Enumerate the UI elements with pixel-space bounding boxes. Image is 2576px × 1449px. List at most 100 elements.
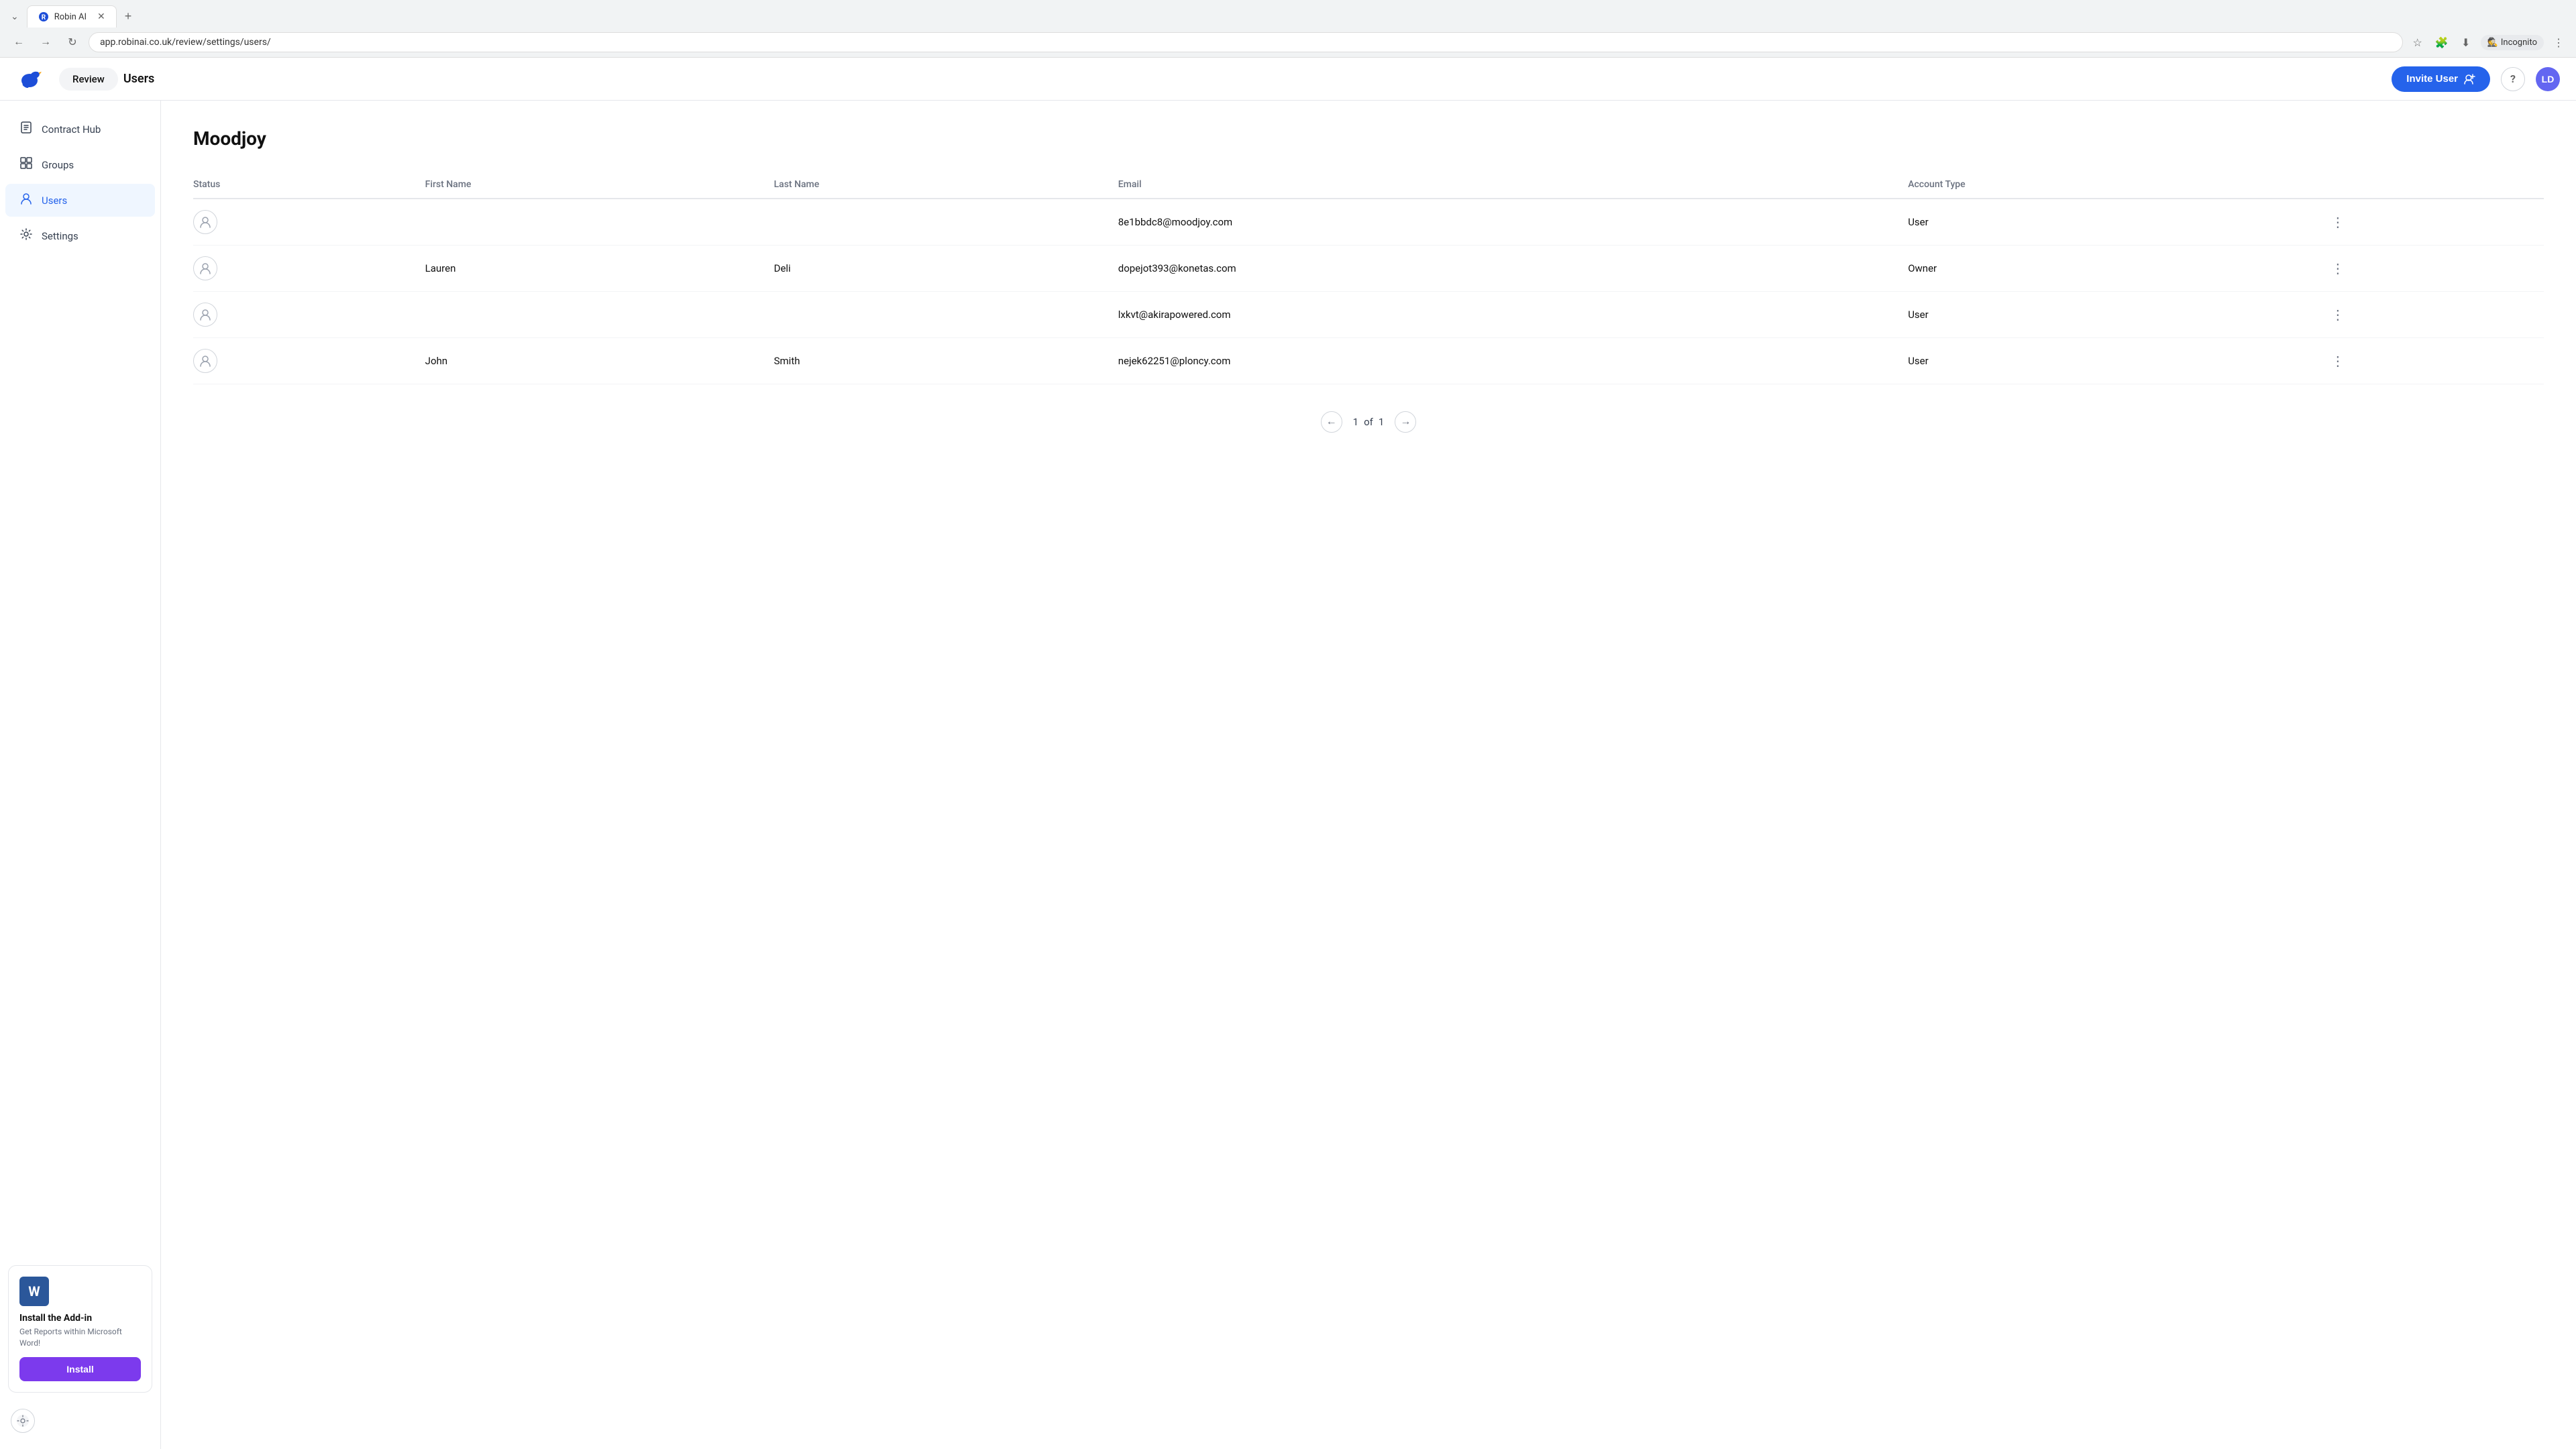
col-account-type: Account Type xyxy=(1908,171,2326,199)
user-action-cell: ⋮ xyxy=(2326,199,2544,246)
col-email: Email xyxy=(1118,171,1908,199)
user-more-btn[interactable]: ⋮ xyxy=(2326,304,2351,326)
next-page-btn[interactable]: → xyxy=(1395,411,1416,433)
org-name: Moodjoy xyxy=(193,127,2544,150)
user-avatar[interactable]: LD xyxy=(2536,67,2560,91)
user-action-cell: ⋮ xyxy=(2326,246,2544,292)
user-avatar-cell xyxy=(193,199,425,246)
back-btn[interactable]: ← xyxy=(8,32,30,53)
toolbar-actions: ☆ 🧩 ⬇ 🕵 Incognito ⋮ xyxy=(2408,33,2568,52)
user-avatar-icon xyxy=(193,256,217,280)
user-avatar-cell xyxy=(193,292,425,338)
browser-tab-active[interactable]: R Robin AI ✕ xyxy=(27,5,117,28)
top-nav: Review Users Invite User ? LD xyxy=(0,58,2576,101)
reload-btn[interactable]: ↻ xyxy=(62,32,83,53)
app: Review Users Invite User ? LD Con xyxy=(0,58,2576,1449)
incognito-badge: 🕵 Incognito xyxy=(2481,35,2544,50)
browser-tabs: ⌄ R Robin AI ✕ + xyxy=(0,0,2576,28)
tab-back-nav[interactable]: ⌄ xyxy=(5,8,24,25)
user-firstname: John xyxy=(425,338,774,384)
url-text: app.robinai.co.uk/review/settings/users/ xyxy=(100,37,2392,48)
tab-favicon: R xyxy=(38,11,49,22)
table-row: lxkvt@akirapowered.comUser⋮ xyxy=(193,292,2544,338)
page-info: 1 of 1 xyxy=(1353,416,1385,428)
user-avatar-cell xyxy=(193,246,425,292)
svg-text:R: R xyxy=(42,14,46,21)
users-table: Status First Name Last Name Email Accoun… xyxy=(193,171,2544,384)
invite-user-label: Invite User xyxy=(2406,73,2458,85)
user-avatar-icon xyxy=(193,210,217,234)
current-page: 1 xyxy=(1353,416,1358,428)
col-firstname: First Name xyxy=(425,171,774,199)
bottom-settings-icon[interactable] xyxy=(11,1409,35,1433)
user-action-cell: ⋮ xyxy=(2326,292,2544,338)
extensions-icon[interactable]: 🧩 xyxy=(2432,33,2451,52)
bookmark-icon[interactable]: ☆ xyxy=(2408,33,2427,52)
users-icon xyxy=(19,192,34,209)
new-tab-btn[interactable]: + xyxy=(119,7,138,26)
addin-card: W Install the Add-in Get Reports within … xyxy=(8,1265,152,1393)
user-more-btn[interactable]: ⋮ xyxy=(2326,350,2351,372)
review-tab[interactable]: Review xyxy=(59,68,118,91)
sidebar-label-users: Users xyxy=(42,195,67,207)
addin-install-button[interactable]: Install xyxy=(19,1357,141,1381)
user-email: dopejot393@konetas.com xyxy=(1118,246,1908,292)
table-body: 8e1bbdc8@moodjoy.comUser⋮LaurenDelidopej… xyxy=(193,199,2544,384)
table-header: Status First Name Last Name Email Accoun… xyxy=(193,171,2544,199)
user-action-cell: ⋮ xyxy=(2326,338,2544,384)
sidebar-item-contract-hub[interactable]: Contract Hub xyxy=(5,113,155,146)
addin-title: Install the Add-in xyxy=(19,1313,141,1324)
prev-page-btn[interactable]: ← xyxy=(1321,411,1342,433)
col-status: Status xyxy=(193,171,425,199)
browser-chrome: ⌄ R Robin AI ✕ + ← → ↻ app.robinai.co.uk… xyxy=(0,0,2576,58)
user-more-btn[interactable]: ⋮ xyxy=(2326,258,2351,280)
table-row: LaurenDelidopejot393@konetas.comOwner⋮ xyxy=(193,246,2544,292)
addin-description: Get Reports within Microsoft Word! xyxy=(19,1326,141,1349)
table-row: 8e1bbdc8@moodjoy.comUser⋮ xyxy=(193,199,2544,246)
user-more-btn[interactable]: ⋮ xyxy=(2326,211,2351,233)
incognito-label: Incognito xyxy=(2501,38,2537,48)
user-account-type: User xyxy=(1908,292,2326,338)
groups-icon xyxy=(19,156,34,173)
sidebar-item-users[interactable]: Users xyxy=(5,184,155,217)
of-label: of xyxy=(1364,416,1373,428)
main-content: Moodjoy Status First Name Last Name Emai… xyxy=(161,101,2576,1449)
invite-user-button[interactable]: Invite User xyxy=(2392,66,2490,92)
user-avatar-icon xyxy=(193,349,217,373)
total-pages: 1 xyxy=(1379,416,1384,428)
forward-btn[interactable]: → xyxy=(35,32,56,53)
user-email: nejek62251@ploncy.com xyxy=(1118,338,1908,384)
address-bar[interactable]: app.robinai.co.uk/review/settings/users/ xyxy=(89,32,2403,52)
word-icon: W xyxy=(19,1277,49,1306)
user-lastname: Smith xyxy=(774,338,1118,384)
sidebar: Contract Hub Groups Users xyxy=(0,101,161,1449)
user-avatar-icon xyxy=(193,303,217,327)
settings-icon xyxy=(19,227,34,244)
logo[interactable] xyxy=(16,66,43,93)
user-firstname: Lauren xyxy=(425,246,774,292)
sidebar-label-contract-hub: Contract Hub xyxy=(42,123,101,136)
sidebar-label-groups: Groups xyxy=(42,159,74,171)
browser-toolbar: ← → ↻ app.robinai.co.uk/review/settings/… xyxy=(0,28,2576,57)
menu-icon[interactable]: ⋮ xyxy=(2549,33,2568,52)
download-icon[interactable]: ⬇ xyxy=(2457,33,2475,52)
top-nav-right: Invite User ? LD xyxy=(2392,66,2560,92)
main-area: Contract Hub Groups Users xyxy=(0,101,2576,1449)
sidebar-item-settings[interactable]: Settings xyxy=(5,219,155,252)
incognito-icon: 🕵 xyxy=(2487,38,2498,48)
help-button[interactable]: ? xyxy=(2501,67,2525,91)
user-account-type: Owner xyxy=(1908,246,2326,292)
user-lastname: Deli xyxy=(774,246,1118,292)
contract-hub-icon xyxy=(19,121,34,138)
table-row: JohnSmithnejek62251@ploncy.comUser⋮ xyxy=(193,338,2544,384)
sidebar-item-groups[interactable]: Groups xyxy=(5,148,155,181)
tab-title: Robin AI xyxy=(54,12,87,22)
user-avatar-cell xyxy=(193,338,425,384)
user-lastname xyxy=(774,292,1118,338)
col-lastname: Last Name xyxy=(774,171,1118,199)
tab-close-btn[interactable]: ✕ xyxy=(97,11,105,22)
user-account-type: User xyxy=(1908,338,2326,384)
sidebar-label-settings: Settings xyxy=(42,230,78,242)
col-actions xyxy=(2326,171,2544,199)
user-firstname xyxy=(425,292,774,338)
